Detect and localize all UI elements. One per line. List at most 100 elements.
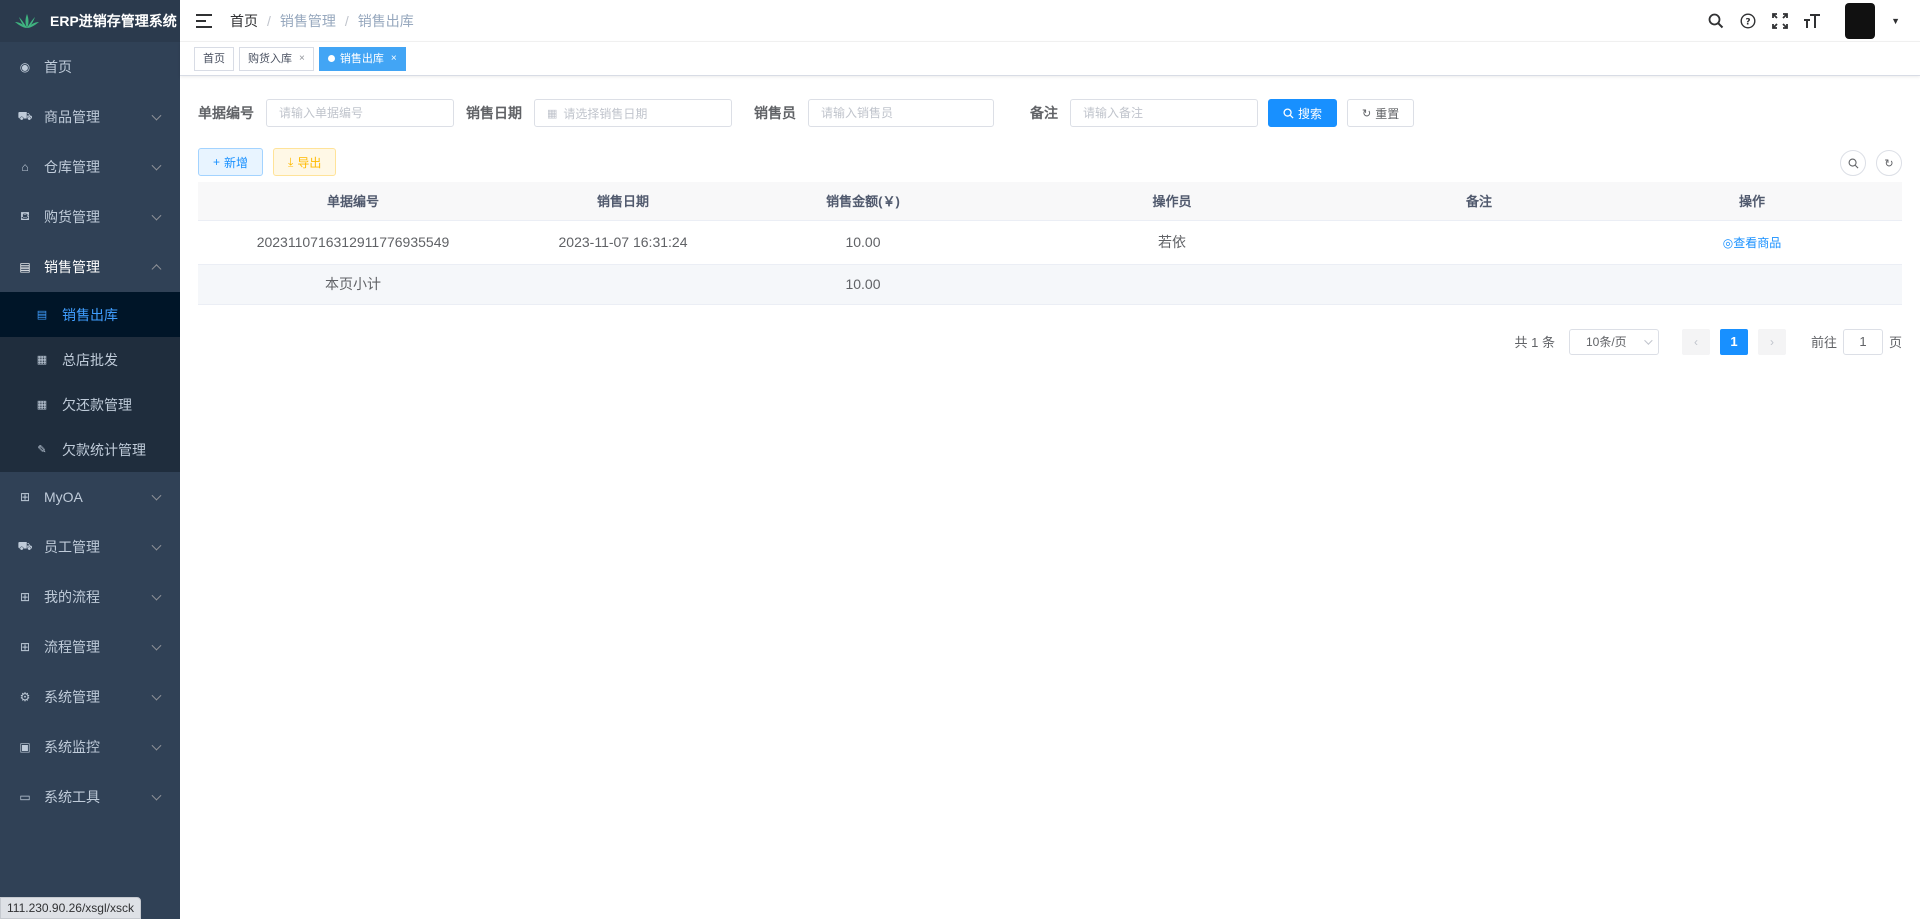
toolbar: + 新增 ⤓ 导出 ↻ <box>198 146 1902 178</box>
pagination: 共 1 条 10条/页 ‹ 1 › 前往 页 <box>198 328 1902 355</box>
sidebar-item-label: 系统工具 <box>44 789 100 805</box>
export-button[interactable]: ⤓ 导出 <box>273 148 337 176</box>
col-header-action: 操作 <box>1602 182 1902 221</box>
refresh-icon[interactable]: ↻ <box>1876 150 1902 176</box>
view-goods-link[interactable]: ◎查看商品 <box>1723 236 1782 250</box>
sidebar-item-wholesale[interactable]: ▦ 总店批发 <box>0 337 180 382</box>
sidebar-item-debt-stats[interactable]: ✎ 欠款统计管理 <box>0 427 180 472</box>
tree-icon: ⊞ <box>19 590 31 604</box>
cell-date: 2023-11-07 16:31:24 <box>508 220 738 265</box>
breadcrumb-home[interactable]: 首页 <box>230 11 258 31</box>
reset-button-label: 重置 <box>1375 106 1400 121</box>
breadcrumb-current: 销售出库 <box>357 12 414 29</box>
search-button[interactable]: 搜索 <box>1268 99 1338 127</box>
sidebar-menu: ◉ 首页 ⛟ 商品管理 ⌂ 仓库管理 ⛾ 购货管理 ▤ 销售管理 <box>0 42 180 292</box>
sidebar-item-home[interactable]: ◉ 首页 <box>0 42 180 92</box>
sidebar-menu-lower: ⊞ MyOA ⛟ 员工管理 ⊞ 我的流程 ⊞ 流程管理 ⚙ 系统管理 ▣ 系统监… <box>0 472 180 822</box>
remark-input[interactable] <box>1070 99 1258 127</box>
document-icon: ▤ <box>36 309 48 321</box>
eye-icon: ◎ <box>1722 235 1734 250</box>
chevron-down-icon <box>151 690 162 701</box>
page-number-button[interactable]: 1 <box>1719 328 1748 355</box>
toggle-search-icon[interactable] <box>1840 150 1866 176</box>
close-icon[interactable]: × <box>391 48 397 70</box>
sidebar-item-label: 流程管理 <box>44 639 100 655</box>
tag-sales-outbound[interactable]: 销售出库 × <box>318 46 406 71</box>
svg-text:?: ? <box>1745 18 1750 28</box>
staff-icon: ⛟ <box>17 539 33 553</box>
table-icon: ▦ <box>36 354 48 366</box>
tag-home[interactable]: 首页 <box>194 46 234 71</box>
chevron-down-icon <box>151 540 162 551</box>
caret-down-icon[interactable]: ▼ <box>1891 16 1900 26</box>
page-size-select[interactable]: 10条/页 <box>1568 328 1659 355</box>
seller-input[interactable] <box>808 99 994 127</box>
tag-purchase-inbound[interactable]: 购货入库 × <box>239 46 314 71</box>
next-page-button[interactable]: › <box>1757 328 1786 355</box>
avatar[interactable] <box>1845 3 1876 39</box>
sidebar-item-tools[interactable]: ▭ 系统工具 <box>0 772 180 822</box>
add-button[interactable]: + 新增 <box>198 148 264 176</box>
sidebar-item-flow-manage[interactable]: ⊞ 流程管理 <box>0 622 180 672</box>
tag-label: 销售出库 <box>339 52 384 65</box>
pagination-goto: 前往 页 <box>1811 328 1902 355</box>
cell-doc-no: 20231107163129117769355​49 <box>198 220 508 265</box>
hamburger-menu-icon[interactable] <box>196 13 212 28</box>
sidebar-item-warehouse[interactable]: ⌂ 仓库管理 <box>0 142 180 192</box>
page-size-value: 10条/页 <box>1585 335 1627 349</box>
tag-label: 首页 <box>203 52 225 65</box>
breadcrumb-separator: / <box>344 12 349 29</box>
app-title: ERP进销存管理系统 <box>50 13 177 29</box>
gear-icon: ⚙ <box>19 690 31 704</box>
tags-view: 首页 购货入库 × 销售出库 × <box>180 42 1920 76</box>
chevron-down-icon <box>151 110 162 121</box>
reset-button[interactable]: ↻ 重置 <box>1347 99 1415 127</box>
sidebar-item-label: 欠款统计管理 <box>62 441 146 458</box>
tree-icon: ⊞ <box>19 490 31 504</box>
col-header-amount: 销售金额(￥) <box>738 182 988 221</box>
remark-label: 备注 <box>1030 105 1058 121</box>
search-button-label: 搜索 <box>1298 106 1323 121</box>
sales-table: 单据编号 销售日期 销售金额(￥) 操作员 备注 操作 202311071631… <box>198 182 1902 305</box>
sidebar-item-system[interactable]: ⚙ 系统管理 <box>0 672 180 722</box>
sidebar-item-myoa[interactable]: ⊞ MyOA <box>0 472 180 522</box>
sidebar-item-staff[interactable]: ⛟ 员工管理 <box>0 522 180 572</box>
sales-submenu: ▤ 销售出库 ▦ 总店批发 ▦ 欠还款管理 ✎ 欠款统计管理 <box>0 292 180 472</box>
cell-remark <box>1356 220 1602 265</box>
logo[interactable]: ERP进销存管理系统 <box>0 0 180 42</box>
export-button-label: 导出 <box>297 155 322 170</box>
help-icon[interactable]: ? <box>1739 12 1757 30</box>
doc-no-input[interactable] <box>266 99 454 127</box>
right-menu: ? ▼ <box>1707 0 1900 42</box>
sidebar-item-my-flow[interactable]: ⊞ 我的流程 <box>0 572 180 622</box>
breadcrumb-separator: / <box>267 12 271 29</box>
fullscreen-icon[interactable] <box>1771 12 1789 30</box>
goto-page-input[interactable] <box>1842 328 1883 355</box>
sidebar-item-label: 系统监控 <box>44 739 100 755</box>
edit-icon: ✎ <box>37 444 47 456</box>
sidebar-item-debt-repay[interactable]: ▦ 欠还款管理 <box>0 382 180 427</box>
chevron-down-icon <box>151 590 162 601</box>
breadcrumb: 首页 / 销售管理 / 销售出库 <box>230 11 414 31</box>
sidebar-item-monitor[interactable]: ▣ 系统监控 <box>0 722 180 772</box>
toolbox-icon: ▭ <box>19 790 31 804</box>
goods-icon: ⛟ <box>17 109 33 123</box>
sidebar-item-sales-outbound[interactable]: ▤ 销售出库 <box>0 292 180 337</box>
font-size-icon[interactable] <box>1803 12 1821 30</box>
chevron-down-icon <box>151 640 162 651</box>
breadcrumb-sales: 销售管理 <box>279 12 336 29</box>
lotus-logo-icon <box>15 14 39 28</box>
prev-page-button[interactable]: ‹ <box>1681 328 1710 355</box>
close-icon[interactable]: × <box>299 48 305 70</box>
sidebar-item-goods[interactable]: ⛟ 商品管理 <box>0 92 180 142</box>
navbar: 首页 / 销售管理 / 销售出库 ? ▼ <box>180 0 1920 42</box>
sidebar-item-purchase[interactable]: ⛾ 购货管理 <box>0 192 180 242</box>
search-icon[interactable] <box>1707 12 1725 30</box>
sidebar-item-sales[interactable]: ▤ 销售管理 <box>0 242 180 292</box>
pagination-total: 共 1 条 <box>1514 335 1555 350</box>
sale-date-picker[interactable]: ▦ 请选择销售日期 <box>534 99 732 127</box>
sidebar: ERP进销存管理系统 ◉ 首页 ⛟ 商品管理 ⌂ 仓库管理 ⛾ 购货管理 ▤ 销… <box>0 0 180 919</box>
tree-icon: ⊞ <box>19 640 31 654</box>
sidebar-item-label: 系统管理 <box>44 689 100 705</box>
view-goods-label: 查看商品 <box>1733 235 1782 250</box>
